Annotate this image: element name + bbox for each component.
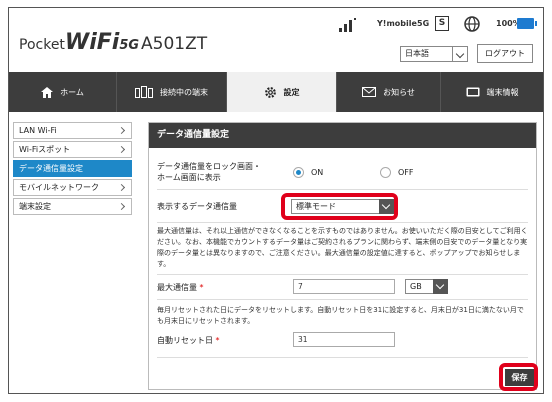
- unit-select[interactable]: GB: [405, 279, 448, 294]
- gear-icon: [264, 86, 276, 98]
- language-value: 日本語: [405, 49, 429, 58]
- sidebar-item-label: Wi-Fiスポット: [19, 145, 71, 154]
- logo: PocketWiFi5G A501ZT: [19, 30, 207, 55]
- divider: [157, 299, 528, 300]
- main-panel: データ通信量設定 データ通信量をロック画面・ ホーム画面に表示 ON OFF 表…: [148, 122, 538, 391]
- tab-label: ホーム: [60, 87, 84, 97]
- device-info-icon: [466, 87, 479, 97]
- page-title: データ通信量設定: [149, 123, 536, 148]
- reset-day-label-text: 自動リセット日: [157, 336, 213, 345]
- main-nav: ホーム 接続中の端末 設定 お知らせ 端末情報: [9, 72, 543, 112]
- reset-note: 毎月リセットされた日にデータをリセットします。自動リセット日を31に設定すると、…: [157, 306, 524, 325]
- reset-day-row: 自動リセット日 * 31: [157, 331, 528, 349]
- unit-value: GB: [410, 282, 422, 291]
- reset-day-label: 自動リセット日 *: [157, 335, 220, 346]
- home-icon: [41, 86, 54, 98]
- reset-day-input[interactable]: 31: [293, 332, 395, 347]
- divider: [157, 222, 528, 223]
- model-name: A501ZT: [141, 34, 208, 54]
- devices-icon: [135, 86, 153, 98]
- sim-icon: S: [435, 16, 449, 31]
- logout-button[interactable]: ログアウト: [477, 44, 533, 63]
- required-mark: *: [215, 336, 220, 345]
- sidebar: LAN Wi-Fi Wi-Fiスポット データ通信量設定 モバイルネットワーク …: [13, 122, 132, 217]
- save-button[interactable]: 保存: [505, 369, 534, 386]
- logo-5g: 5G: [119, 38, 140, 53]
- logo-wifi: WiFi: [64, 30, 120, 55]
- sidebar-item-device-settings[interactable]: 端末設定: [13, 198, 132, 215]
- max-usage-input[interactable]: 7: [293, 279, 395, 294]
- tab-label: 接続中の端末: [160, 87, 208, 97]
- divider: [157, 189, 528, 190]
- globe-icon: [464, 16, 480, 32]
- header: PocketWiFi5G A501ZT Y!mobile 5G S 100% 日本…: [9, 8, 543, 72]
- sidebar-item-data-usage[interactable]: データ通信量設定: [13, 160, 132, 177]
- sidebar-item-wifi-spot[interactable]: Wi-Fiスポット: [13, 141, 132, 158]
- chevron-right-icon: [117, 202, 126, 211]
- max-usage-row: 最大通信量 * 7 GB: [157, 278, 528, 296]
- sidebar-item-mobile-network[interactable]: モバイルネットワーク: [13, 179, 132, 196]
- lock-screen-label-line1: データ通信量をロック画面・: [157, 162, 261, 171]
- sidebar-item-label: データ通信量設定: [19, 164, 83, 173]
- chevron-down-icon: [433, 279, 448, 294]
- lock-screen-label-line2: ホーム画面に表示: [157, 173, 221, 182]
- radio-on[interactable]: [293, 167, 304, 178]
- tab-label: お知らせ: [383, 87, 415, 97]
- sidebar-item-label: モバイルネットワーク: [19, 183, 99, 192]
- radio-off-label: OFF: [398, 168, 414, 177]
- lock-screen-row: データ通信量をロック画面・ ホーム画面に表示 ON OFF: [157, 161, 528, 185]
- radio-on-label: ON: [311, 168, 324, 177]
- tab-settings[interactable]: 設定: [227, 72, 337, 112]
- mail-icon: [362, 87, 377, 97]
- required-mark: *: [199, 283, 204, 292]
- lock-screen-label: データ通信量をロック画面・ ホーム画面に表示: [157, 161, 261, 183]
- tab-connected-devices[interactable]: 接続中の端末: [117, 72, 227, 112]
- divider: [157, 274, 528, 275]
- highlight-display-mode: [281, 193, 398, 220]
- tab-notifications[interactable]: お知らせ: [337, 72, 441, 112]
- carrier-name: Y!mobile: [377, 19, 417, 28]
- chevron-down-icon: [452, 46, 468, 62]
- chevron-right-icon: [117, 183, 126, 192]
- sidebar-item-lan-wifi[interactable]: LAN Wi-Fi: [13, 122, 132, 139]
- display-mode-label: 表示するデータ通信量: [157, 202, 237, 211]
- chevron-right-icon: [117, 126, 126, 135]
- radio-off[interactable]: [380, 167, 391, 178]
- sidebar-item-label: LAN Wi-Fi: [19, 126, 57, 135]
- logo-pocket: Pocket: [19, 37, 65, 53]
- max-usage-label: 最大通信量 *: [157, 282, 204, 293]
- tab-label: 設定: [283, 87, 300, 97]
- signal-icon: [339, 18, 356, 32]
- tab-label: 端末情報: [486, 87, 519, 97]
- chevron-right-icon: [117, 145, 126, 154]
- tab-home[interactable]: ホーム: [9, 72, 117, 112]
- tab-device-info[interactable]: 端末情報: [441, 72, 543, 112]
- network-type: 5G: [417, 19, 430, 28]
- max-usage-note: 最大通信量は、それ以上通信ができなくなることを示すものではありません。お使いいた…: [157, 227, 528, 268]
- sidebar-item-label: 端末設定: [19, 202, 51, 211]
- language-select[interactable]: 日本語: [400, 46, 468, 62]
- app-frame: PocketWiFi5G A501ZT Y!mobile 5G S 100% 日本…: [8, 7, 544, 394]
- max-usage-label-text: 最大通信量: [157, 283, 197, 292]
- battery-icon: [517, 18, 537, 29]
- divider: [157, 357, 528, 358]
